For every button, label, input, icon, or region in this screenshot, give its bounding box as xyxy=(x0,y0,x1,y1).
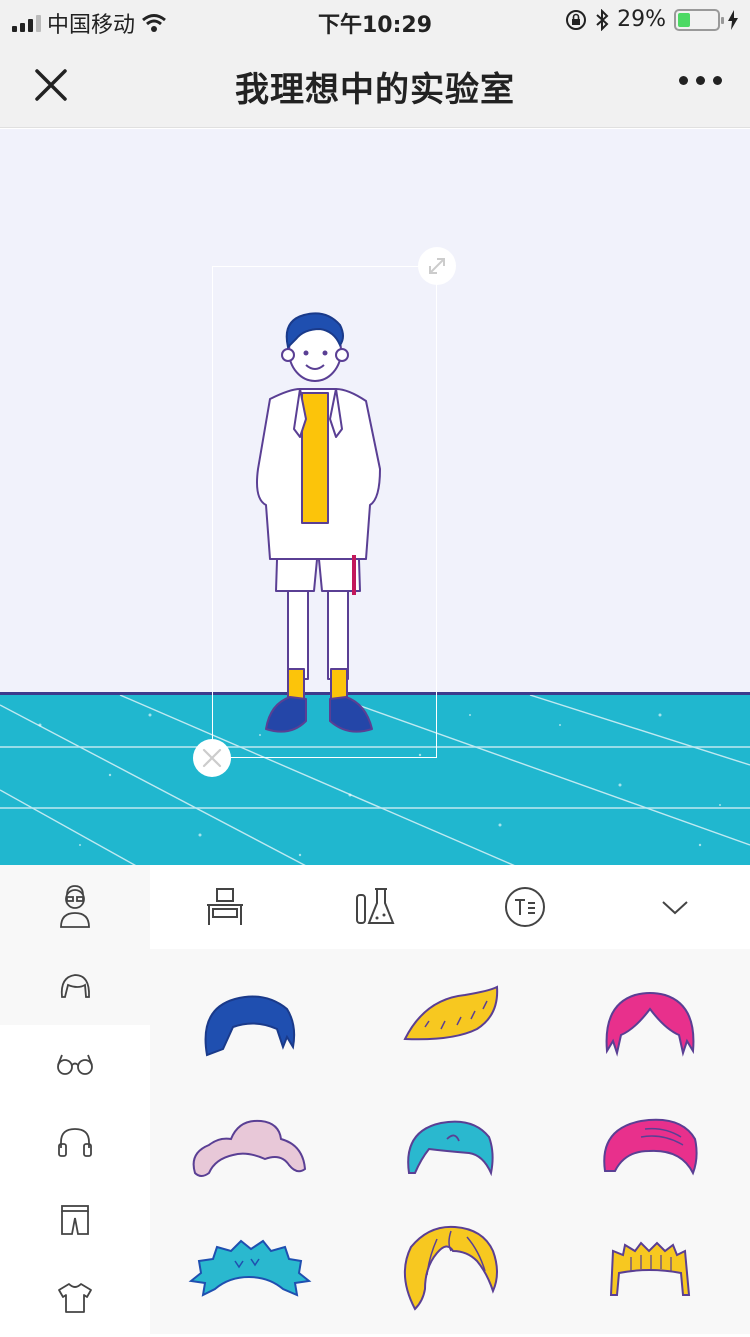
sidebar-item-shorts[interactable] xyxy=(0,1181,150,1259)
bluetooth-icon xyxy=(596,8,609,31)
sidebar-item-headphones[interactable] xyxy=(0,1103,150,1181)
glasses-icon xyxy=(57,1054,93,1075)
hair-option-5[interactable] xyxy=(385,1089,515,1189)
shorts-icon xyxy=(61,1205,89,1235)
status-bar: 中国移动 下午10:29 29% xyxy=(0,0,750,40)
charging-icon xyxy=(728,9,738,30)
selection-box xyxy=(212,266,437,758)
scene-canvas[interactable] xyxy=(0,129,750,865)
category-tabs xyxy=(150,865,750,949)
page-title: 我理想中的实验室 xyxy=(235,70,515,110)
chevron-down-icon xyxy=(662,901,688,915)
hair-option-7[interactable] xyxy=(185,1211,315,1311)
editor-panel xyxy=(0,865,750,1334)
tshirt-icon xyxy=(58,1283,92,1313)
table-icon xyxy=(207,888,243,925)
sidebar-item-character[interactable] xyxy=(0,865,150,947)
battery-icon xyxy=(674,8,724,31)
hair-option-3[interactable] xyxy=(585,969,715,1069)
resize-icon xyxy=(429,258,445,274)
hair-option-2[interactable] xyxy=(385,969,515,1069)
navigation-bar: 我理想中的实验室 xyxy=(0,40,750,128)
hair-option-1[interactable] xyxy=(185,969,315,1069)
hair-option-8[interactable] xyxy=(385,1211,515,1311)
delete-handle[interactable] xyxy=(193,739,231,777)
tab-furniture[interactable] xyxy=(150,865,300,949)
tab-lab-equipment[interactable] xyxy=(300,865,450,949)
hair-option-4[interactable] xyxy=(185,1089,315,1189)
sidebar-item-tshirt[interactable] xyxy=(0,1259,150,1337)
battery-percent: 29% xyxy=(617,7,666,32)
tab-collapse[interactable] xyxy=(600,865,750,949)
hair-option-6[interactable] xyxy=(585,1089,715,1189)
sidebar-item-glasses[interactable] xyxy=(0,1025,150,1103)
delete-icon xyxy=(202,748,222,768)
tab-text[interactable] xyxy=(450,865,600,949)
hair-option-9[interactable] xyxy=(585,1211,715,1311)
flask-icon xyxy=(356,888,395,924)
more-icon[interactable] xyxy=(679,76,722,85)
sidebar xyxy=(0,865,150,1334)
text-icon xyxy=(505,887,545,927)
headphones-icon xyxy=(58,1128,92,1157)
resize-handle[interactable] xyxy=(418,247,456,285)
sidebar-item-hair[interactable] xyxy=(0,947,150,1025)
rotation-lock-icon xyxy=(566,9,587,30)
person-icon xyxy=(60,885,90,928)
hair-icon xyxy=(60,974,90,998)
status-right: 29% xyxy=(565,7,738,32)
hair-options-grid xyxy=(150,949,750,1334)
